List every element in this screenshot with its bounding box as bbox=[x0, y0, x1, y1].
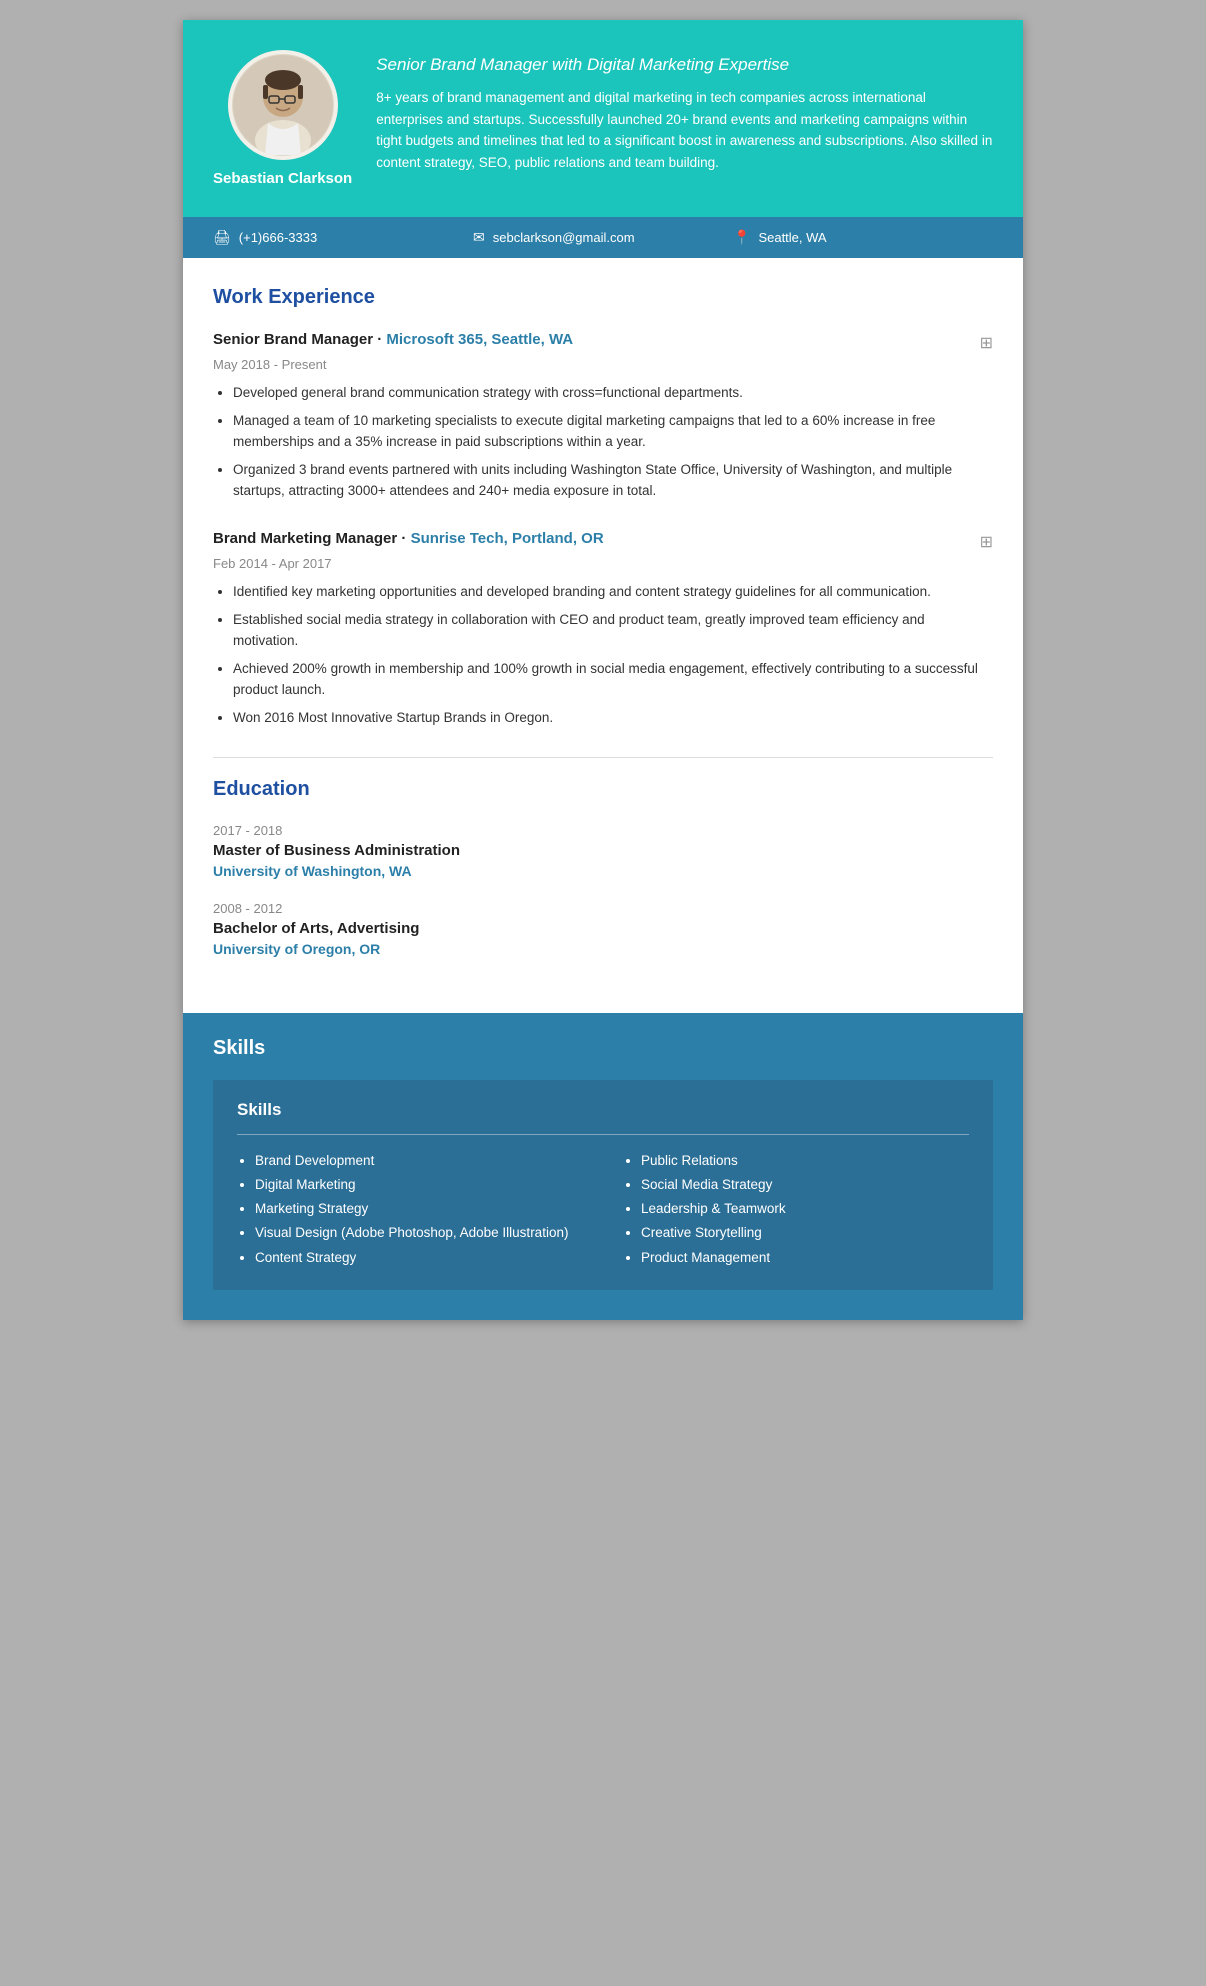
job-bullets-2: Identified key marketing opportunities a… bbox=[213, 581, 993, 729]
list-item: Creative Storytelling bbox=[641, 1221, 969, 1245]
skills-inner-section: Skills Brand Development Digital Marketi… bbox=[213, 1080, 993, 1290]
job-grid-icon-2: ⊞ bbox=[980, 532, 993, 552]
job-header-1: Senior Brand Manager · Microsoft 365, Se… bbox=[213, 331, 993, 353]
contact-location: 📍 Seattle, WA bbox=[733, 229, 993, 246]
list-item: Won 2016 Most Innovative Startup Brands … bbox=[233, 707, 993, 729]
job-grid-icon-1: ⊞ bbox=[980, 333, 993, 353]
list-item: Public Relations bbox=[641, 1149, 969, 1173]
header-title: Senior Brand Manager with Digital Market… bbox=[376, 55, 993, 75]
list-item: Brand Development bbox=[255, 1149, 583, 1173]
skills-col-left: Brand Development Digital Marketing Mark… bbox=[237, 1134, 603, 1270]
header-text: Senior Brand Manager with Digital Market… bbox=[376, 50, 993, 173]
job-entry-2: Brand Marketing Manager · Sunrise Tech, … bbox=[213, 530, 993, 729]
main-content: Work Experience Senior Brand Manager · M… bbox=[183, 258, 1023, 1013]
person-name: Sebastian Clarkson bbox=[213, 170, 352, 187]
email-icon: ✉ bbox=[473, 229, 485, 246]
location-icon: 📍 bbox=[733, 229, 750, 246]
job-bullets-1: Developed general brand communication st… bbox=[213, 382, 993, 502]
skills-outer-section: Skills Skills Brand Development Digital … bbox=[183, 1013, 1023, 1320]
skills-columns: Brand Development Digital Marketing Mark… bbox=[237, 1134, 969, 1270]
edu-degree-2: Bachelor of Arts, Advertising bbox=[213, 920, 993, 937]
list-item: Developed general brand communication st… bbox=[233, 382, 993, 404]
list-item: Social Media Strategy bbox=[641, 1173, 969, 1197]
work-experience-title: Work Experience bbox=[213, 286, 993, 313]
edu-years-1: 2017 - 2018 bbox=[213, 823, 993, 838]
list-item: Identified key marketing opportunities a… bbox=[233, 581, 993, 603]
job-title-1: Senior Brand Manager · Microsoft 365, Se… bbox=[213, 331, 573, 348]
edu-entry-1: 2017 - 2018 Master of Business Administr… bbox=[213, 823, 993, 879]
skills-list-left: Brand Development Digital Marketing Mark… bbox=[237, 1149, 583, 1270]
phone-icon: 🖨 bbox=[213, 229, 231, 246]
edu-institution-2: University of Oregon, OR bbox=[213, 941, 993, 957]
list-item: Marketing Strategy bbox=[255, 1197, 583, 1221]
list-item: Digital Marketing bbox=[255, 1173, 583, 1197]
section-divider bbox=[213, 757, 993, 758]
edu-entry-2: 2008 - 2012 Bachelor of Arts, Advertisin… bbox=[213, 901, 993, 957]
contact-email: ✉ sebclarkson@gmail.com bbox=[473, 229, 733, 246]
skills-outer-title: Skills bbox=[213, 1037, 993, 1060]
list-item: Visual Design (Adobe Photoshop, Adobe Il… bbox=[255, 1221, 583, 1245]
list-item: Managed a team of 10 marketing specialis… bbox=[233, 410, 993, 453]
contact-bar: 🖨 (+1)666-3333 ✉ sebclarkson@gmail.com 📍… bbox=[183, 217, 1023, 258]
header-summary: 8+ years of brand management and digital… bbox=[376, 87, 993, 173]
job-entry-1: Senior Brand Manager · Microsoft 365, Se… bbox=[213, 331, 993, 502]
list-item: Content Strategy bbox=[255, 1246, 583, 1270]
job-title-2: Brand Marketing Manager · Sunrise Tech, … bbox=[213, 530, 604, 547]
edu-degree-1: Master of Business Administration bbox=[213, 842, 993, 859]
list-item: Achieved 200% growth in membership and 1… bbox=[233, 658, 993, 701]
skills-inner-title: Skills bbox=[237, 1100, 969, 1120]
edu-years-2: 2008 - 2012 bbox=[213, 901, 993, 916]
skills-col-right: Public Relations Social Media Strategy L… bbox=[603, 1134, 969, 1270]
contact-phone: 🖨 (+1)666-3333 bbox=[213, 229, 473, 246]
job-date-1: May 2018 - Present bbox=[213, 357, 993, 372]
resume-container: Sebastian Clarkson Senior Brand Manager … bbox=[183, 20, 1023, 1320]
list-item: Organized 3 brand events partnered with … bbox=[233, 459, 993, 502]
avatar-wrapper: Sebastian Clarkson bbox=[213, 50, 352, 187]
header-section: Sebastian Clarkson Senior Brand Manager … bbox=[183, 20, 1023, 217]
job-header-2: Brand Marketing Manager · Sunrise Tech, … bbox=[213, 530, 993, 552]
avatar bbox=[228, 50, 338, 160]
work-experience-section: Work Experience Senior Brand Manager · M… bbox=[213, 286, 993, 729]
list-item: Leadership & Teamwork bbox=[641, 1197, 969, 1221]
education-title: Education bbox=[213, 778, 993, 805]
list-item: Established social media strategy in col… bbox=[233, 609, 993, 652]
job-date-2: Feb 2014 - Apr 2017 bbox=[213, 556, 993, 571]
edu-institution-1: University of Washington, WA bbox=[213, 863, 993, 879]
list-item: Product Management bbox=[641, 1246, 969, 1270]
education-section: Education 2017 - 2018 Master of Business… bbox=[213, 778, 993, 957]
skills-list-right: Public Relations Social Media Strategy L… bbox=[623, 1149, 969, 1270]
